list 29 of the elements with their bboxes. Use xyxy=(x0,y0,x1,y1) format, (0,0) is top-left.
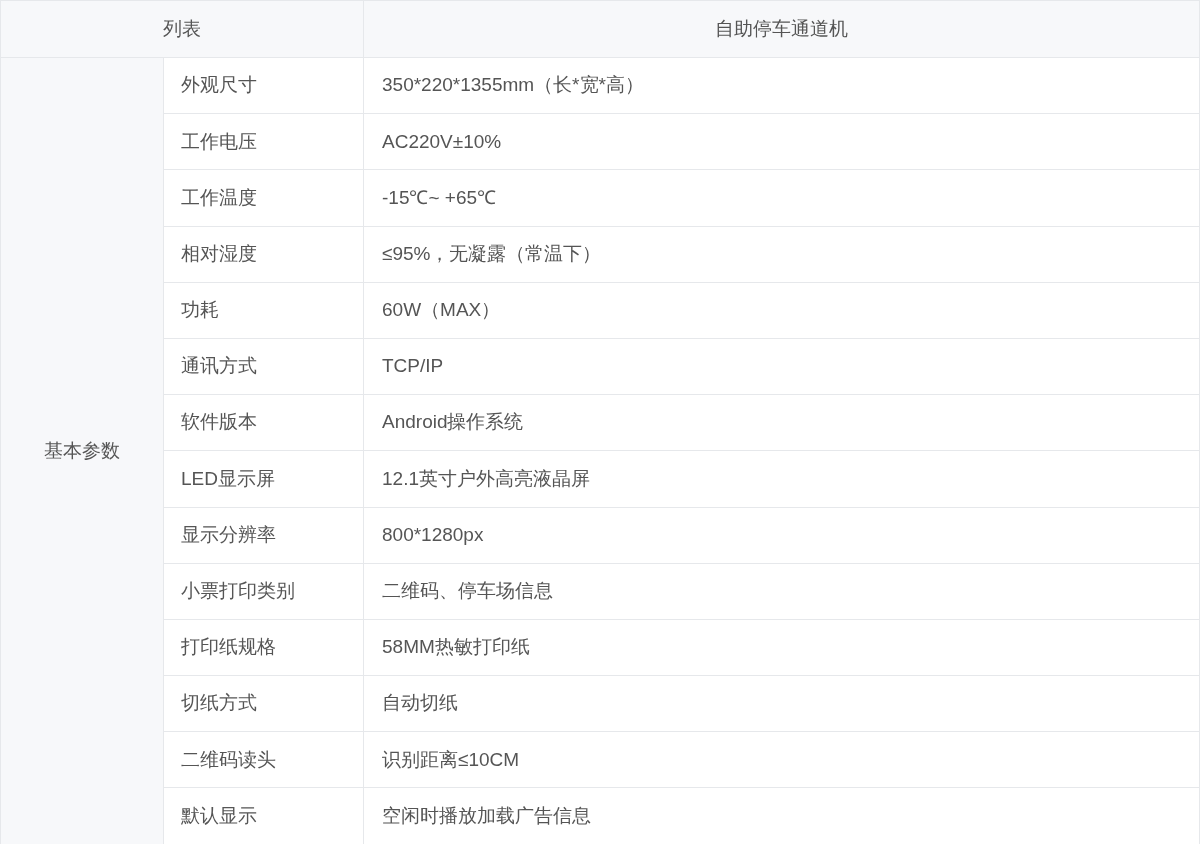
table-cell: 自动切纸 xyxy=(363,675,1200,732)
table-cell: 识别距离≤10CM xyxy=(363,731,1200,788)
table-cell: 相对湿度 xyxy=(163,226,364,283)
group-cell: 基本参数 xyxy=(0,57,164,844)
table-cell: 二维码、停车场信息 xyxy=(363,563,1200,620)
table-cell: Android操作系统 xyxy=(363,394,1200,451)
table-cell: 二维码读头 xyxy=(163,731,364,788)
table-cell: 外观尺寸 xyxy=(163,57,364,114)
table-cell: 60W（MAX） xyxy=(363,282,1200,339)
table-cell: 工作电压 xyxy=(163,113,364,170)
table-cell: 功耗 xyxy=(163,282,364,339)
table-cell: 350*220*1355mm（长*宽*高） xyxy=(363,57,1200,114)
table-cell: 58MM热敏打印纸 xyxy=(363,619,1200,676)
table-cell: 通讯方式 xyxy=(163,338,364,395)
column-header: 自助停车通道机 xyxy=(363,0,1200,58)
column-header: 列表 xyxy=(0,0,364,58)
table-cell: 打印纸规格 xyxy=(163,619,364,676)
table-cell: 12.1英寸户外高亮液晶屏 xyxy=(363,450,1200,507)
table-cell: 显示分辨率 xyxy=(163,507,364,564)
table-cell: ≤95%，无凝露（常温下） xyxy=(363,226,1200,283)
table-cell: 切纸方式 xyxy=(163,675,364,732)
table-cell: 工作温度 xyxy=(163,169,364,227)
table-cell: 软件版本 xyxy=(163,394,364,451)
table-cell: TCP/IP xyxy=(363,338,1200,395)
table-cell: AC220V±10% xyxy=(363,113,1200,170)
table-cell: LED显示屏 xyxy=(163,450,364,507)
table-cell: 800*1280px xyxy=(363,507,1200,564)
table-cell: 小票打印类别 xyxy=(163,563,364,620)
table-cell: -15℃~ +65℃ xyxy=(363,169,1200,227)
